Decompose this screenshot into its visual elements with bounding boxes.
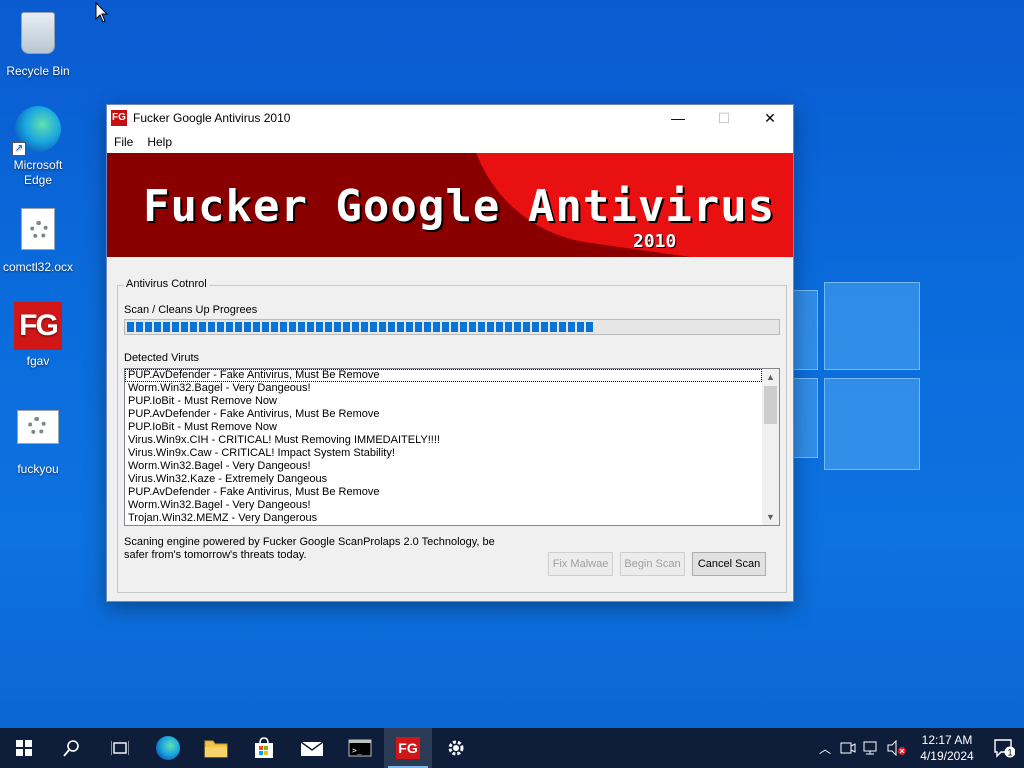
desktop-icon-comctl32[interactable]: comctl32.ocx: [0, 204, 76, 275]
list-item[interactable]: Worm.Win32.Bagel - Very Dangeous!: [125, 499, 762, 512]
task-view-icon: [111, 741, 129, 755]
folder-icon: [204, 740, 228, 758]
list-item[interactable]: Virus.Win32.Kaze - Extremely Dangeous: [125, 473, 762, 486]
antivirus-control-group: Antivirus Cotnrol Scan / Cleans Up Progr…: [117, 278, 787, 593]
list-item[interactable]: PUP.AvDefender - Fake Antivirus, Must Be…: [125, 408, 762, 421]
engine-description: Scaning engine powered by Fucker Google …: [124, 536, 495, 561]
search-icon: [63, 740, 79, 757]
start-button[interactable]: [0, 728, 48, 768]
taskbar-fgav[interactable]: FG: [384, 728, 432, 768]
list-item[interactable]: PUP.IoBit - Must Remove Now: [125, 395, 762, 408]
mail-icon: [300, 741, 324, 756]
list-item[interactable]: Virus.Win9x.Caw - CRITICAL! Impact Syste…: [125, 447, 762, 460]
clock-time: 12:17 AM: [921, 733, 973, 747]
taskbar-mail[interactable]: [288, 728, 336, 768]
list-item[interactable]: Trojan.Win32.MEMZ - Very Dangerous: [125, 512, 762, 525]
scroll-down-arrow-icon[interactable]: ▼: [762, 509, 779, 525]
window-title: Fucker Google Antivirus 2010: [133, 111, 291, 125]
progress-fill: [127, 322, 595, 332]
network-button[interactable]: [860, 728, 884, 768]
show-hidden-icons-button[interactable]: ︿: [814, 728, 836, 768]
gear-icon: [448, 740, 464, 756]
fg-app-icon: FG: [396, 737, 420, 759]
menu-file[interactable]: File: [114, 135, 133, 149]
group-label: Antivirus Cotnrol: [124, 278, 209, 290]
list-item[interactable]: Worm.Win32.Bagel - Very Dangeous!: [125, 460, 762, 473]
desktop-icon-label: Microsoft Edge: [13, 158, 63, 187]
scan-progress-bar: [124, 319, 780, 335]
begin-scan-button[interactable]: Begin Scan: [620, 552, 685, 576]
windows-start-icon: [16, 740, 32, 756]
detected-label: Detected Viruts: [124, 352, 200, 364]
product-banner: Fucker Google Antivirus 2010: [107, 153, 793, 257]
system-tray: ︿ 12:17 AM 4/19/2024 1: [814, 728, 1024, 768]
webcam-icon: [840, 742, 856, 754]
desktop-icon-fgav[interactable]: FG fgav: [0, 302, 76, 369]
task-view-button[interactable]: [96, 728, 144, 768]
desktop-icon-fuckyou[interactable]: fuckyou: [0, 402, 76, 477]
scroll-up-arrow-icon[interactable]: ▲: [762, 369, 779, 385]
minimize-button[interactable]: —: [655, 105, 701, 131]
network-icon: [863, 741, 877, 755]
taskbar-terminal[interactable]: >_: [336, 728, 384, 768]
desktop-icon-label: comctl32.ocx: [2, 260, 74, 274]
recycle-bin-icon: [14, 12, 62, 60]
desktop-icon-recycle-bin[interactable]: Recycle Bin: [0, 8, 76, 79]
chevron-up-icon: ︿: [818, 741, 831, 756]
detected-virus-list[interactable]: PUP.AvDefender - Fake Antivirus, Must Be…: [124, 368, 780, 526]
list-item[interactable]: Virus.Win9x.CIH - CRITICAL! Must Removin…: [125, 434, 762, 447]
maximize-button[interactable]: ☐: [701, 105, 747, 131]
antivirus-window[interactable]: FG Fucker Google Antivirus 2010 — ☐ ✕ Fi…: [106, 104, 794, 602]
edge-icon: ↗: [12, 106, 62, 156]
action-center-button[interactable]: 1: [984, 728, 1024, 768]
fg-app-icon: FG: [111, 110, 127, 126]
list-scrollbar[interactable]: ▲ ▼: [762, 369, 779, 525]
scroll-thumb[interactable]: [764, 386, 777, 424]
config-file-icon: [14, 410, 62, 458]
menu-bar: File Help: [107, 131, 793, 153]
progress-label: Scan / Cleans Up Progrees: [124, 304, 258, 316]
svg-text:1: 1: [1007, 748, 1012, 758]
edge-icon: [156, 736, 180, 760]
meet-now-button[interactable]: [836, 728, 860, 768]
volume-button[interactable]: [884, 728, 910, 768]
terminal-icon: >_: [348, 739, 372, 757]
volume-muted-icon: [887, 740, 906, 756]
desktop-icon-label: fuckyou: [17, 462, 59, 476]
close-button[interactable]: ✕: [747, 105, 793, 131]
desktop-icon-label: fgav: [26, 354, 50, 368]
banner-year: 2010: [633, 231, 677, 252]
taskbar-edge[interactable]: [144, 728, 192, 768]
notification-icon: 1: [994, 739, 1015, 758]
store-icon: [255, 737, 273, 758]
taskbar-settings[interactable]: [432, 728, 480, 768]
list-item[interactable]: PUP.AvDefender - Fake Antivirus, Must Be…: [125, 486, 762, 499]
taskbar: >_ FG ︿ 12:17 AM 4/19/2024 1: [0, 728, 1024, 768]
cancel-scan-button[interactable]: Cancel Scan: [692, 552, 766, 576]
svg-text:>_: >_: [352, 746, 362, 755]
search-button[interactable]: [48, 728, 96, 768]
desktop-icon-edge[interactable]: ↗ Microsoft Edge: [0, 106, 76, 188]
clock-date: 4/19/2024: [920, 749, 974, 763]
taskbar-store[interactable]: [240, 728, 288, 768]
menu-help[interactable]: Help: [147, 135, 172, 149]
list-item[interactable]: Worm.Win32.Bagel - Very Dangeous!: [125, 382, 762, 395]
mouse-pointer-icon: [95, 2, 109, 23]
list-item[interactable]: PUP.AvDefender - Fake Antivirus, Must Be…: [125, 369, 762, 382]
fg-app-icon: FG: [14, 302, 62, 350]
taskbar-file-explorer[interactable]: [192, 728, 240, 768]
fix-malware-button[interactable]: Fix Malwae: [548, 552, 613, 576]
window-titlebar[interactable]: FG Fucker Google Antivirus 2010 — ☐ ✕: [107, 105, 793, 131]
config-file-icon: [14, 208, 62, 256]
desktop-icon-label: Recycle Bin: [6, 64, 70, 78]
clock[interactable]: 12:17 AM 4/19/2024: [910, 732, 984, 764]
list-item[interactable]: PUP.IoBit - Must Remove Now: [125, 421, 762, 434]
banner-title: Fucker Google Antivirus: [143, 181, 776, 232]
